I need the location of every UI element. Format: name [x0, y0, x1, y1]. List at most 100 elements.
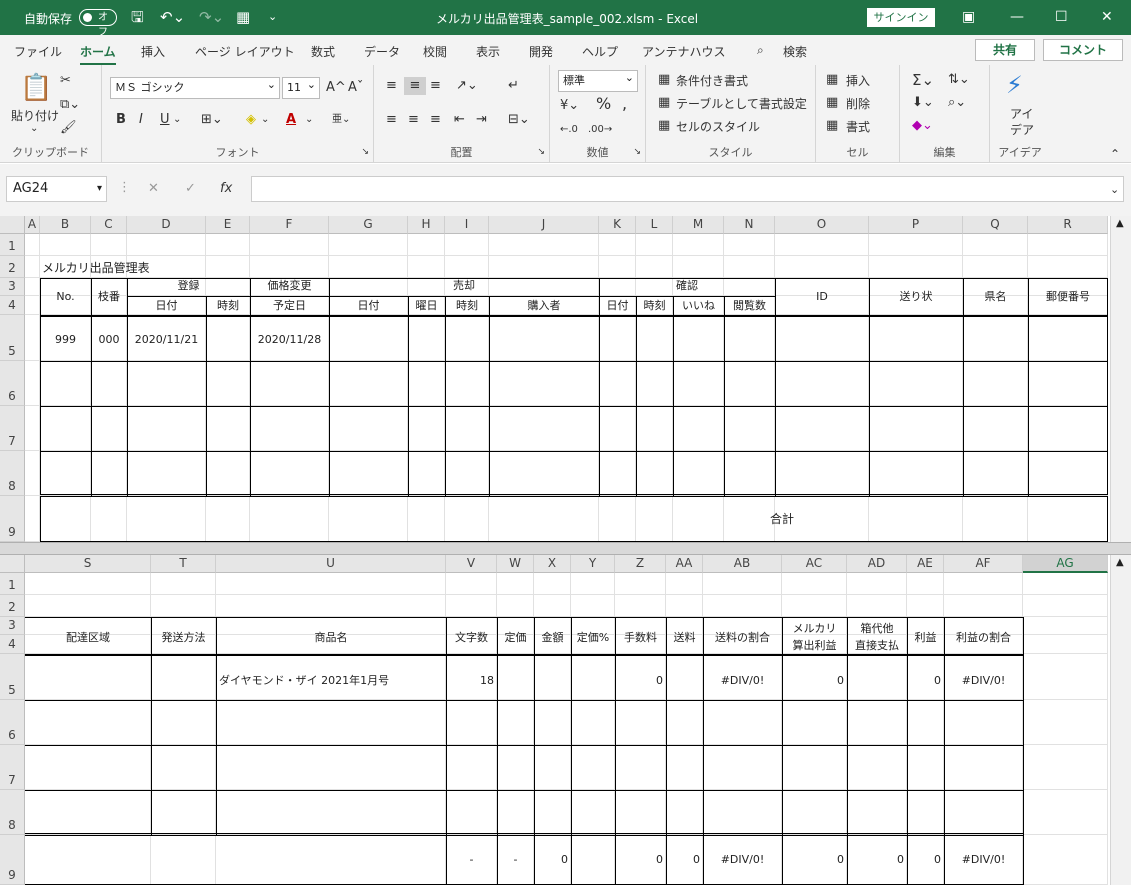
tab-review[interactable]: 校閲	[423, 43, 447, 60]
tab-home[interactable]: ホーム	[80, 43, 116, 65]
col-header-r[interactable]: R	[1028, 216, 1108, 234]
increase-indent-icon[interactable]: ⇥	[476, 111, 487, 129]
col-header-f[interactable]: F	[250, 216, 329, 234]
row-header-9[interactable]: 9	[0, 835, 25, 885]
insert-function-icon[interactable]: fx	[220, 180, 232, 198]
col-header-d[interactable]: D	[127, 216, 206, 234]
col-header-ab[interactable]: AB	[703, 555, 782, 573]
format-table-button[interactable]: テーブルとして書式設定	[676, 95, 807, 112]
format-cells-button[interactable]: 書式	[846, 118, 870, 135]
row-header-9[interactable]: 9	[0, 496, 25, 542]
row-header-7[interactable]: 7	[0, 406, 25, 451]
cell-f5[interactable]: 2020/11/28	[250, 333, 329, 347]
cell-ae5[interactable]: 0	[907, 674, 941, 688]
redo-icon[interactable]: ↷⌄	[199, 8, 224, 26]
col-header-aa[interactable]: AA	[666, 555, 703, 573]
cell-af5[interactable]: #DIV/0!	[944, 674, 1023, 688]
col-header-ac[interactable]: AC	[782, 555, 847, 573]
cell-ad9[interactable]: 0	[847, 853, 904, 867]
percent-icon[interactable]: %	[596, 95, 611, 113]
fill-icon[interactable]: ⬇⌄	[912, 94, 934, 112]
cell-d5[interactable]: 2020/11/21	[127, 333, 206, 347]
col-header-v[interactable]: V	[446, 555, 497, 573]
col-header-k[interactable]: K	[599, 216, 636, 234]
col-header-w[interactable]: W	[497, 555, 534, 573]
conditional-format-button[interactable]: 条件付き書式	[676, 72, 748, 89]
font-shrink-icon[interactable]: Aˇ	[348, 79, 363, 97]
row-header-8[interactable]: 8	[0, 451, 25, 496]
cell-ac5[interactable]: 0	[782, 674, 844, 688]
tab-antennahouse[interactable]: アンテナハウス	[642, 43, 726, 60]
save-icon[interactable]: 🖫	[131, 8, 144, 26]
borders-icon[interactable]: ⊞⌄	[201, 111, 223, 129]
cell-styles-button[interactable]: セルのスタイル	[676, 118, 760, 135]
cell-b5[interactable]: 999	[40, 333, 91, 347]
row-header-6[interactable]: 6	[0, 361, 25, 406]
col-header-s[interactable]: S	[25, 555, 151, 573]
underline-button[interactable]: U	[160, 111, 170, 129]
select-all-corner[interactable]	[0, 216, 25, 234]
alignment-launcher-icon[interactable]: ↘	[537, 143, 545, 161]
col-header-af[interactable]: AF	[944, 555, 1023, 573]
align-left-icon[interactable]: ≡	[386, 111, 397, 129]
col-header-p[interactable]: P	[869, 216, 963, 234]
tab-insert[interactable]: 挿入	[141, 43, 165, 60]
cell-z5[interactable]: 0	[615, 674, 663, 688]
row-header-8[interactable]: 8	[0, 790, 25, 835]
cell-styles-icon[interactable]: ▦	[658, 117, 670, 135]
delete-cells-button[interactable]: 削除	[846, 95, 870, 112]
top-vertical-scrollbar[interactable]: ▲	[1110, 216, 1131, 542]
font-color-dropdown-icon[interactable]: ⌄	[305, 111, 313, 129]
copy-icon[interactable]: ⧉⌄	[60, 96, 80, 114]
autosum-icon[interactable]: Σ⌄	[912, 71, 934, 89]
form-icon[interactable]: ▦	[236, 8, 250, 26]
decrease-decimal-icon[interactable]: .00→	[588, 121, 612, 139]
conditional-format-icon[interactable]: ▦	[658, 71, 670, 89]
cell-ab5[interactable]: #DIV/0!	[703, 674, 782, 688]
number-launcher-icon[interactable]: ↘	[633, 143, 641, 161]
cancel-icon[interactable]: ✕	[148, 180, 159, 198]
row-header-5[interactable]: 5	[0, 315, 25, 361]
insert-cells-icon[interactable]: ▦	[826, 71, 838, 89]
format-painter-icon[interactable]: 🖌	[60, 119, 77, 137]
font-size-combo[interactable]: 11	[282, 75, 320, 99]
row-header-1[interactable]: 1	[0, 573, 25, 595]
tab-data[interactable]: データ	[364, 43, 400, 60]
bold-button[interactable]: B	[116, 111, 126, 129]
decrease-indent-icon[interactable]: ⇤	[454, 111, 465, 129]
col-header-l[interactable]: L	[636, 216, 673, 234]
col-header-u[interactable]: U	[216, 555, 446, 573]
font-launcher-icon[interactable]: ↘	[361, 143, 369, 161]
row-header-2[interactable]: 2	[0, 256, 25, 278]
expand-formula-icon[interactable]: ⌄	[1110, 181, 1119, 199]
share-button[interactable]: 共有	[975, 39, 1035, 61]
wrap-text-icon[interactable]: ↵	[508, 77, 519, 95]
col-header-g[interactable]: G	[329, 216, 408, 234]
ribbon-display-icon[interactable]: ▣	[962, 8, 975, 26]
format-table-icon[interactable]: ▦	[658, 94, 670, 112]
collapse-ribbon-icon[interactable]: ⌃	[1110, 145, 1120, 163]
format-cells-icon[interactable]: ▦	[826, 117, 838, 135]
cell-u5[interactable]: ダイヤモンド・ザイ 2021年1月号	[219, 674, 389, 688]
cell-v9[interactable]: -	[446, 853, 497, 867]
cell-ae9[interactable]: 0	[907, 853, 941, 867]
col-header-n[interactable]: N	[724, 216, 775, 234]
tab-formulas[interactable]: 数式	[311, 43, 335, 60]
font-grow-icon[interactable]: A^	[326, 79, 346, 97]
signin-button[interactable]: サインイン	[867, 8, 935, 27]
tab-page-layout[interactable]: ページ レイアウト	[195, 43, 295, 60]
name-box[interactable]: AG24 ▾	[6, 176, 107, 202]
cell-aa9[interactable]: 0	[666, 853, 700, 867]
find-select-icon[interactable]: ⌕⌄	[948, 94, 966, 112]
align-top-icon[interactable]: ≡	[386, 77, 397, 95]
cell-x9[interactable]: 0	[534, 853, 568, 867]
align-right-icon[interactable]: ≡	[430, 111, 441, 129]
col-header-z[interactable]: Z	[615, 555, 666, 573]
col-header-h[interactable]: H	[408, 216, 445, 234]
tab-file[interactable]: ファイル	[14, 43, 62, 60]
tab-developer[interactable]: 開発	[529, 43, 553, 60]
minimize-icon[interactable]: —	[1010, 8, 1024, 26]
paste-button[interactable]: 貼り付け	[11, 107, 59, 124]
row-header-1[interactable]: 1	[0, 234, 25, 256]
row-header-2[interactable]: 2	[0, 595, 25, 617]
